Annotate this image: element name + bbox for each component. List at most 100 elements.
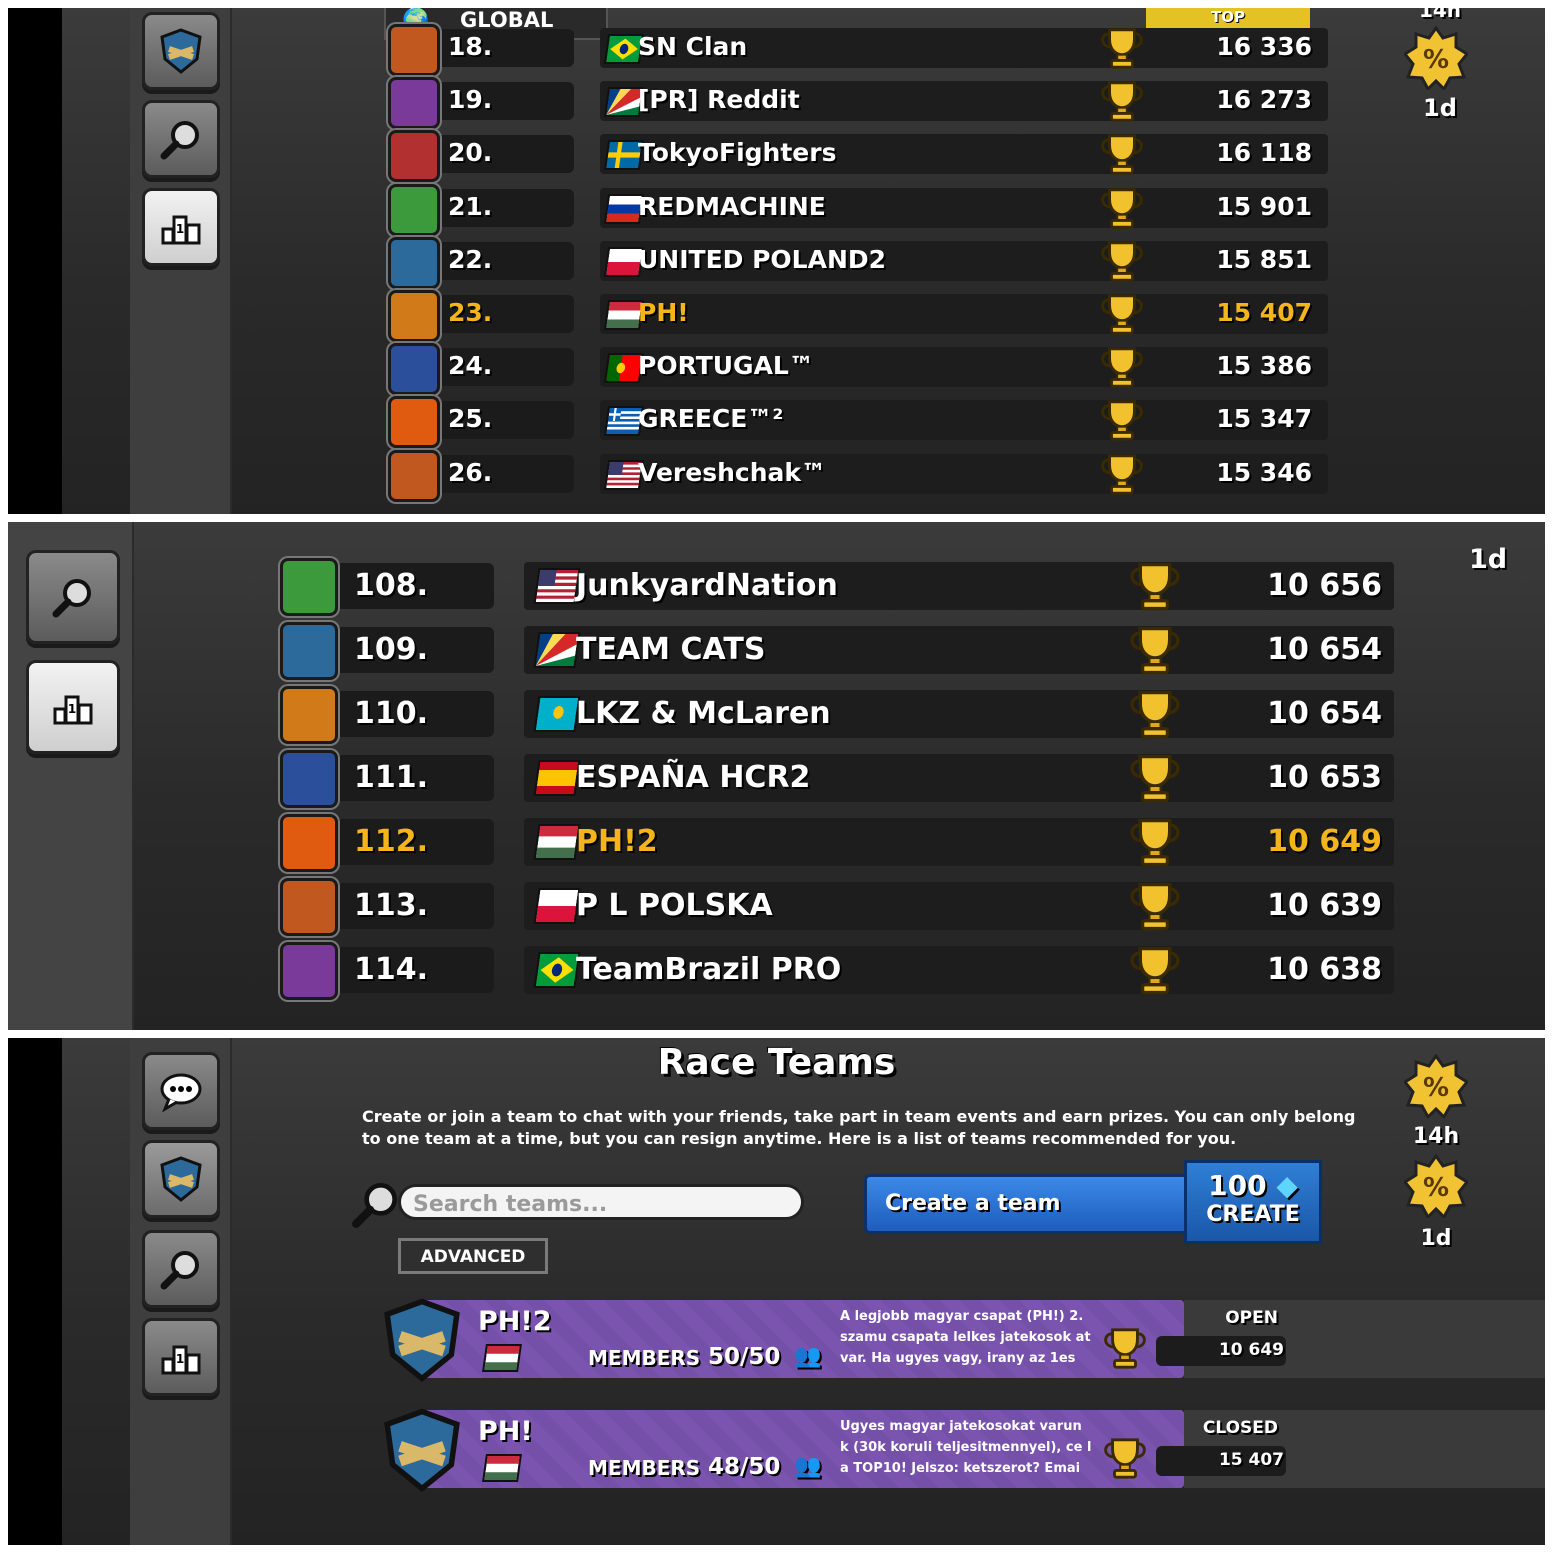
score-value: 10 649	[1218, 1340, 1284, 1360]
team-badge-icon	[388, 24, 440, 76]
rank-label: 24.	[448, 351, 493, 381]
team-name: [PR] Reddit	[638, 85, 800, 115]
search-input[interactable]: Search teams...	[398, 1184, 804, 1220]
nav-search-button[interactable]	[142, 100, 220, 178]
create-cost-button[interactable]: 100 ◆ CREATE	[1184, 1160, 1322, 1244]
members-icon: 👥	[794, 1454, 822, 1479]
team-name: PH!2	[478, 1306, 552, 1337]
team-shield-icon	[160, 28, 202, 74]
left-black-bar	[8, 8, 62, 514]
team-badge-icon	[388, 343, 440, 396]
nav-team-button[interactable]	[142, 12, 220, 90]
team-name: GREECE™²	[638, 404, 784, 434]
percent-sale-icon[interactable]: %	[1404, 1054, 1468, 1118]
percent-sale-icon[interactable]: %	[1404, 1154, 1468, 1218]
leaderboard-row[interactable]: 108. JunkyardNation 10 656	[274, 558, 1394, 616]
nav-leaderboard-button[interactable]: 1	[26, 660, 120, 754]
team-badge-icon	[388, 290, 440, 342]
score-value: 15 901	[1216, 191, 1312, 221]
team-status: CLOSED	[1202, 1418, 1278, 1438]
trophy-icon	[1126, 880, 1184, 932]
nav-leaderboard-button[interactable]: 1	[142, 1318, 220, 1396]
rank-label: 19.	[448, 85, 493, 115]
trophy-icon	[1126, 944, 1184, 996]
leaderboard-row[interactable]: 23. PH! 15 407	[384, 290, 1328, 342]
team-card[interactable]: PH! MEMBERS 48/50 👥 Ugyes magyar jatekosokat…	[374, 1408, 1545, 1493]
score-value: 10 653	[1267, 760, 1382, 795]
leaderboard-row[interactable]: 112. PH!2 10 649	[274, 814, 1394, 872]
rank-box	[424, 348, 574, 387]
score-value: 15 347	[1216, 404, 1312, 434]
leaderboard-row[interactable]: 25. GREECE™² 15 347	[384, 396, 1328, 449]
team-card[interactable]: PH!2 MEMBERS 50/50 👥 A legjobb magyar csapat…	[374, 1298, 1545, 1383]
trophy-icon	[1098, 452, 1146, 496]
team-name: P L POLSKA	[576, 888, 773, 923]
rank-label: 109.	[354, 632, 429, 667]
country-flag-icon	[533, 952, 581, 988]
sale-label: 1d	[1468, 544, 1508, 575]
svg-text:1: 1	[68, 702, 76, 716]
country-flag-icon	[533, 632, 581, 668]
create-cost-value: 100	[1208, 1169, 1267, 1202]
country-flag-icon	[482, 1344, 522, 1372]
rank-box	[424, 135, 574, 174]
magnifier-icon	[160, 1251, 199, 1290]
trophy-icon	[1098, 26, 1146, 70]
nav-team-button[interactable]	[142, 1140, 220, 1218]
country-flag-icon	[533, 824, 581, 860]
nav-search-button[interactable]	[26, 550, 120, 644]
nav-search-button[interactable]	[142, 1230, 220, 1308]
trophy-icon	[1098, 186, 1146, 230]
race-teams-panel: 1 Race Teams Create or join a team to ch…	[8, 1038, 1545, 1545]
team-shield-icon	[160, 1156, 202, 1202]
leaderboard-row[interactable]: 18. SN Clan 16 336	[384, 24, 1328, 76]
leaderboard-row[interactable]: 26. Vereshchak™ 15 346	[384, 449, 1328, 502]
trophy-icon	[1100, 1326, 1150, 1370]
members-label: MEMBERS	[588, 1346, 701, 1370]
team-name: SN Clan	[638, 32, 748, 61]
score-value: 10 639	[1267, 888, 1382, 923]
rank-label: 18.	[448, 32, 493, 61]
score-value: 10 654	[1267, 696, 1382, 731]
leaderboard-row[interactable]: 114. TeamBrazil PRO 10 638	[274, 942, 1394, 1000]
rank-label: 20.	[448, 138, 493, 168]
country-flag-icon	[533, 888, 581, 924]
trophy-icon	[1126, 752, 1184, 804]
nav-leaderboard-button[interactable]: 1	[142, 188, 220, 266]
leaderboard-row[interactable]: 20. TokyoFighters 16 118	[384, 130, 1328, 183]
leaderboard-row[interactable]: 21. REDMACHINE 15 901	[384, 183, 1328, 236]
rank-label: 22.	[448, 244, 493, 274]
leaderboard-row[interactable]: 22. UNITED POLAND2 15 851	[384, 236, 1328, 289]
score-value: 16 336	[1216, 32, 1312, 61]
country-flag-icon	[533, 696, 581, 732]
trophy-icon	[1100, 1436, 1150, 1480]
members-count: 50/50	[708, 1344, 781, 1370]
leaderboard-row[interactable]: 113. P L POLSKA 10 639	[274, 878, 1394, 936]
score-value: 10 638	[1267, 952, 1382, 987]
team-name: ESPAÑA HCR2	[576, 760, 811, 795]
rank-label: 114.	[354, 952, 429, 987]
team-name: PORTUGAL™	[638, 351, 814, 381]
leaderboard-row[interactable]: 110. LKZ & McLaren 10 654	[274, 686, 1394, 744]
percent-sale-icon[interactable]: %	[1404, 26, 1468, 90]
rank-label: 110.	[354, 696, 429, 731]
advanced-button[interactable]: ADVANCED	[398, 1238, 548, 1274]
leaderboard-row[interactable]: 111. ESPAÑA HCR2 10 653	[274, 750, 1394, 808]
leaderboard-row[interactable]: 19. [PR] Reddit 16 273	[384, 77, 1328, 130]
country-flag-icon	[533, 760, 581, 796]
svg-text:%: %	[1423, 1073, 1449, 1103]
create-team-button[interactable]: Create a team	[864, 1174, 1188, 1234]
team-name: PH!2	[576, 824, 658, 859]
team-badge-icon	[378, 1296, 466, 1384]
leaderboard-row[interactable]: 24. PORTUGAL™ 15 386	[384, 343, 1328, 396]
team-name: TokyoFighters	[638, 138, 837, 168]
rank-box	[424, 82, 574, 121]
page-title: Race Teams	[657, 1042, 896, 1083]
rank-box	[424, 29, 574, 67]
page-description: Create or join a team to chat with your …	[362, 1107, 1356, 1148]
search-icon	[352, 1183, 397, 1228]
leaderboard-row[interactable]: 109. TEAM CATS 10 654	[274, 622, 1394, 680]
members-icon: 👥	[794, 1344, 822, 1369]
team-badge-icon	[280, 942, 338, 1000]
side-nav: 1	[8, 522, 134, 1030]
